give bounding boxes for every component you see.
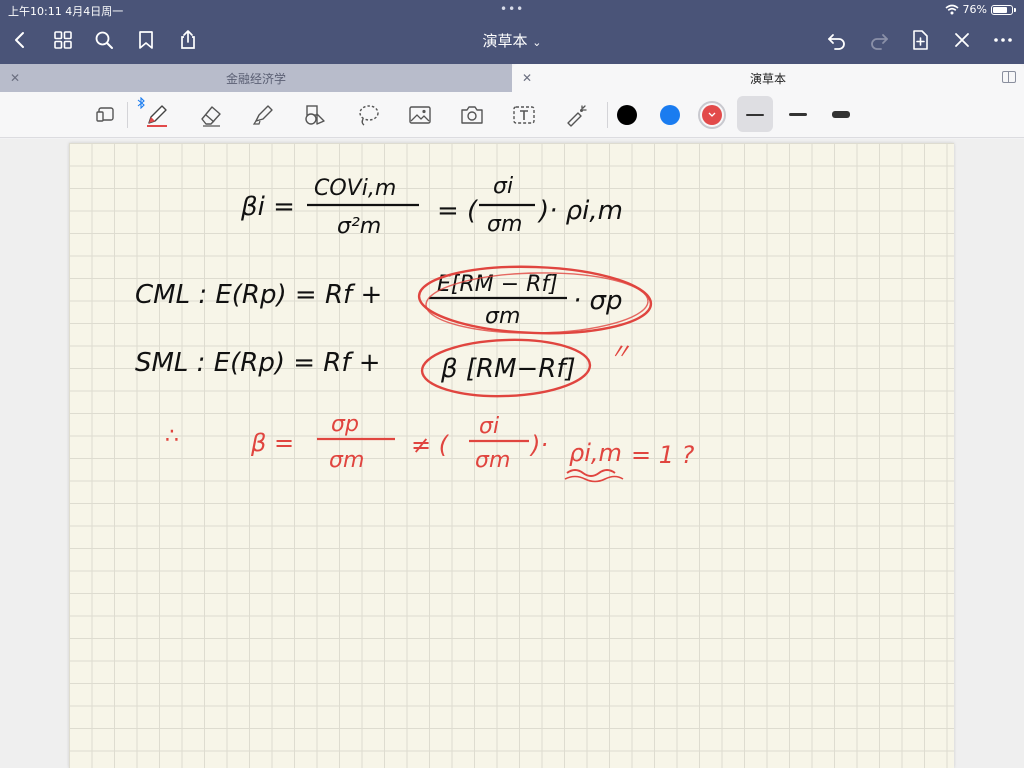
back-chevron-icon[interactable] (8, 28, 32, 52)
chevron-down-icon (708, 112, 716, 117)
redo-icon[interactable] (867, 28, 891, 52)
close-x-icon[interactable] (950, 28, 974, 52)
color-red-selected[interactable] (698, 101, 726, 129)
wavy-underline (566, 469, 616, 477)
camera-icon[interactable] (457, 100, 487, 130)
pen-icon[interactable] (142, 100, 172, 130)
formula-sml: SML : E(Rp) = Rf + β [RM−Rf] (135, 348, 576, 384)
correlation-term: )· ρi,m (537, 196, 623, 226)
ditto-mark: 〃 (609, 340, 631, 365)
sigma-p-numerator: σp (331, 412, 359, 437)
undo-icon[interactable] (825, 28, 849, 52)
sigma-i-numerator: σi (493, 174, 513, 199)
rho-im: ρi,m (569, 439, 622, 467)
status-time: 上午10:11 4月4日周一 (8, 5, 124, 18)
cov-numerator: COVi,m (314, 176, 396, 201)
equals-open-paren: = ( (437, 196, 479, 226)
formula-cml: CML : E(Rp) = Rf + E[RM − Rf] σm · σp (135, 272, 623, 329)
tab-strip: ✕ 金融经济学 ✕ 演草本 (0, 64, 1024, 92)
formula-beta-definition: βi = COVi,m σ²m = ( σi σm )· ρi,m (240, 174, 623, 239)
battery-level (993, 6, 1007, 13)
document-title[interactable]: 演草本 ⌄ (482, 32, 541, 50)
sigma-m-denominator-red: σm (329, 448, 364, 473)
top-bar: 上午10:11 4月4日周一 ••• 76% 演草本 ⌄ (0, 0, 1024, 64)
lasso-icon[interactable] (353, 100, 383, 130)
sigma-i-numerator-red: σi (479, 414, 499, 439)
drawing-toolbar (0, 92, 1024, 138)
highlighter-icon[interactable] (248, 100, 278, 130)
tab-scratchpad[interactable]: ✕ 演草本 (512, 64, 1024, 92)
laser-pointer-icon[interactable] (561, 100, 591, 130)
tab-label: 演草本 (749, 71, 786, 86)
cml-lhs: CML : E(Rp) = Rf + (135, 280, 382, 310)
sigma-m-denominator-red-2: σm (475, 448, 510, 473)
note-page[interactable]: βi = COVi,m σ²m = ( σi σm )· ρi,m CML : … (69, 143, 954, 768)
handwriting-layer: βi = COVi,m σ²m = ( σi σm )· ρi,m CML : … (135, 174, 695, 483)
stroke-width-thick[interactable] (832, 111, 850, 118)
image-icon[interactable] (405, 100, 435, 130)
cml-denominator: σm (485, 304, 520, 329)
not-equal-paren: ≠ ( (411, 431, 450, 459)
close-icon[interactable]: ✕ (522, 71, 532, 85)
search-icon[interactable] (92, 28, 116, 52)
tab-finance-economics[interactable]: ✕ 金融经济学 (0, 64, 512, 92)
cml-sigma-p: · σp (573, 286, 623, 316)
close-icon[interactable]: ✕ (10, 71, 20, 85)
shapes-icon[interactable] (300, 100, 330, 130)
share-icon[interactable] (176, 28, 200, 52)
chevron-down-icon: ⌄ (532, 36, 542, 49)
beta-equals: β = (250, 429, 294, 457)
add-page-icon[interactable] (908, 28, 932, 52)
variance-denominator: σ²m (337, 214, 381, 239)
lasso-select-icon[interactable] (91, 100, 121, 130)
color-blue[interactable] (660, 105, 680, 125)
stroke-width-medium[interactable] (789, 113, 807, 116)
beta-lhs: βi = (240, 192, 295, 222)
battery-percent: 76% (962, 3, 987, 16)
sml-beta-term: β [RM−Rf] (440, 354, 576, 384)
status-right: 76% (945, 3, 1016, 16)
text-icon[interactable] (509, 100, 539, 130)
stroke-width-thin[interactable] (746, 114, 764, 116)
battery-icon (991, 4, 1013, 15)
close-paren-dot: )· (529, 431, 548, 459)
therefore-symbol: ∴ (165, 424, 179, 449)
split-view-icon[interactable] (1002, 71, 1016, 83)
wifi-icon (945, 4, 959, 15)
sigma-m-denominator: σm (487, 212, 522, 237)
sml-lhs: SML : E(Rp) = Rf + (135, 348, 381, 378)
tab-label: 金融经济学 (225, 71, 286, 86)
grid-icon[interactable] (51, 28, 75, 52)
formula-conclusion: ∴ β = σp σm ≠ ( σi σm )· ρi,m = 1 ? (165, 412, 695, 473)
bookmark-icon[interactable] (134, 28, 158, 52)
color-black[interactable] (617, 105, 637, 125)
more-icon[interactable] (991, 28, 1015, 52)
document-title-text: 演草本 (482, 32, 528, 50)
eraser-icon[interactable] (196, 100, 226, 130)
multitasking-dots[interactable]: ••• (500, 2, 524, 16)
equals-one-question: = 1 ? (631, 441, 695, 469)
